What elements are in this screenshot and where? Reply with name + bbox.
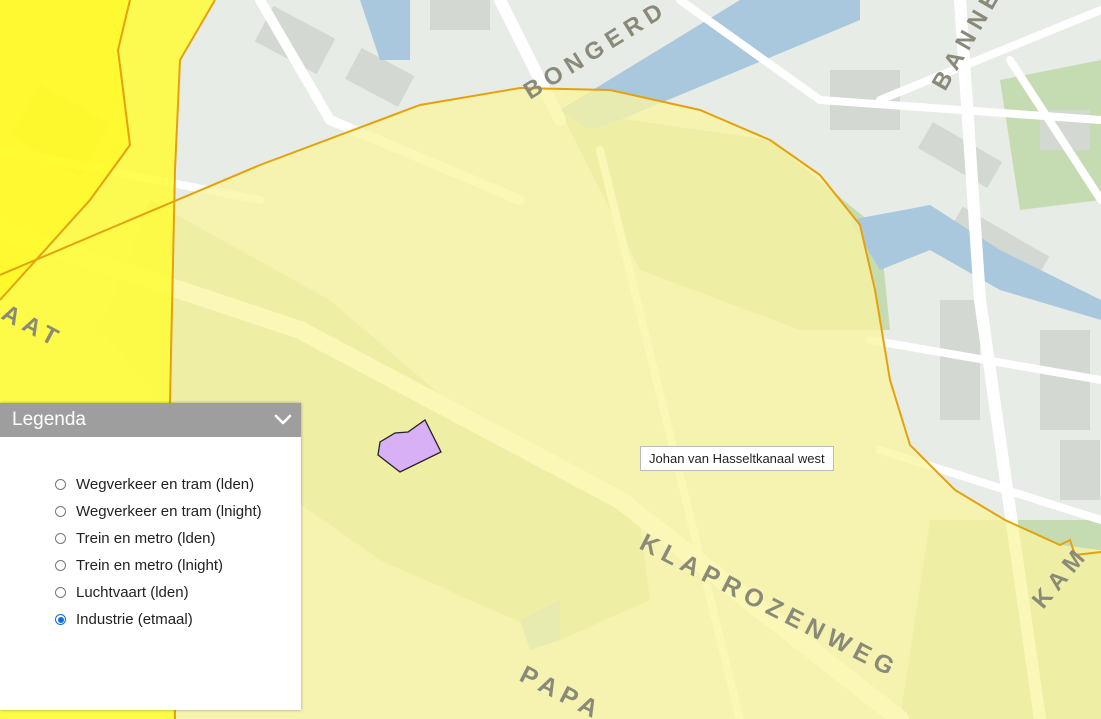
- legend-item-trein-lden[interactable]: Trein en metro (lden): [55, 525, 301, 552]
- radio-button[interactable]: [55, 560, 66, 571]
- legend-item-wegverkeer-lnight[interactable]: Wegverkeer en tram (lnight): [55, 498, 301, 525]
- legend-header[interactable]: Legenda: [0, 403, 301, 437]
- legend-item-wegverkeer-lden[interactable]: Wegverkeer en tram (lden): [55, 471, 301, 498]
- legend-item-label: Trein en metro (lnight): [76, 557, 223, 574]
- legend-item-label: Industrie (etmaal): [76, 611, 193, 628]
- legend-item-label: Wegverkeer en tram (lden): [76, 476, 255, 493]
- radio-button[interactable]: [55, 479, 66, 490]
- radio-button[interactable]: [55, 587, 66, 598]
- chevron-down-icon[interactable]: [274, 411, 292, 429]
- legend-item-trein-lnight[interactable]: Trein en metro (lnight): [55, 552, 301, 579]
- legend-panel: Legenda Wegverkeer en tram (lden) Wegver…: [0, 403, 301, 710]
- legend-item-luchtvaart-lden[interactable]: Luchtvaart (lden): [55, 579, 301, 606]
- radio-button[interactable]: [55, 506, 66, 517]
- legend-title: Legenda: [12, 409, 86, 430]
- legend-list: Wegverkeer en tram (lden) Wegverkeer en …: [0, 437, 301, 633]
- legend-item-label: Wegverkeer en tram (lnight): [76, 503, 262, 520]
- legend-item-label: Trein en metro (lden): [76, 530, 216, 547]
- hover-tooltip: Johan van Hasseltkanaal west: [640, 446, 834, 471]
- radio-button-selected[interactable]: [55, 614, 66, 625]
- legend-item-label: Luchtvaart (lden): [76, 584, 189, 601]
- radio-button[interactable]: [55, 533, 66, 544]
- legend-item-industrie-etmaal[interactable]: Industrie (etmaal): [55, 606, 301, 633]
